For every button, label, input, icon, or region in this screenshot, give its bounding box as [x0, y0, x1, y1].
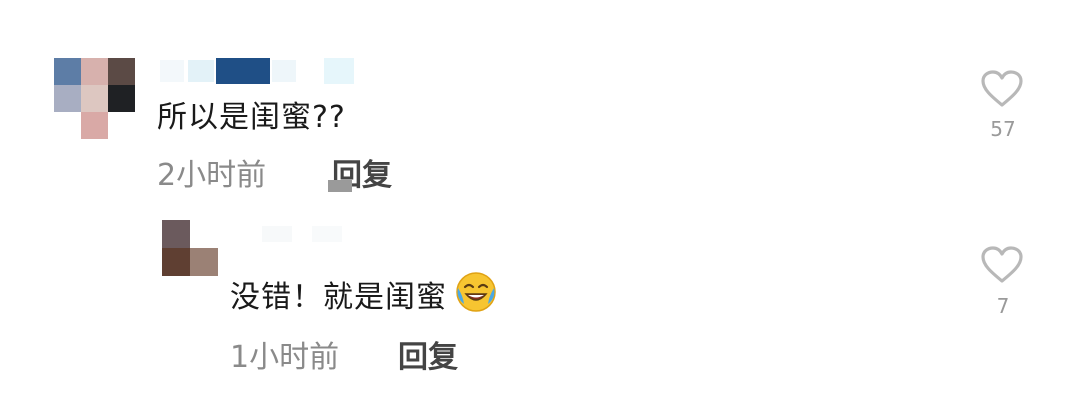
reply-timestamp: 1小时前 — [230, 340, 340, 375]
comment-timestamp: 2小时前 — [157, 158, 267, 193]
like-button[interactable] — [981, 70, 1027, 110]
avatar[interactable] — [162, 220, 218, 276]
like-button[interactable] — [981, 246, 1027, 286]
reply-text-row: 没错！就是闺蜜 — [230, 270, 498, 315]
blur-artifact — [328, 180, 352, 192]
author-name-blurred[interactable] — [232, 222, 352, 244]
avatar[interactable] — [54, 58, 136, 140]
author-name-blurred[interactable] — [160, 58, 360, 84]
comment-text: 所以是闺蜜?? — [157, 100, 346, 135]
reply-text: 没错！就是闺蜜 — [230, 280, 447, 315]
reply-button[interactable]: 回复 — [398, 332, 458, 376]
heart-icon — [981, 246, 1023, 283]
heart-icon — [981, 70, 1023, 107]
like-count: 7 — [996, 294, 1010, 318]
like-count: 57 — [990, 117, 1016, 141]
crying-laughing-emoji-icon — [454, 270, 498, 318]
